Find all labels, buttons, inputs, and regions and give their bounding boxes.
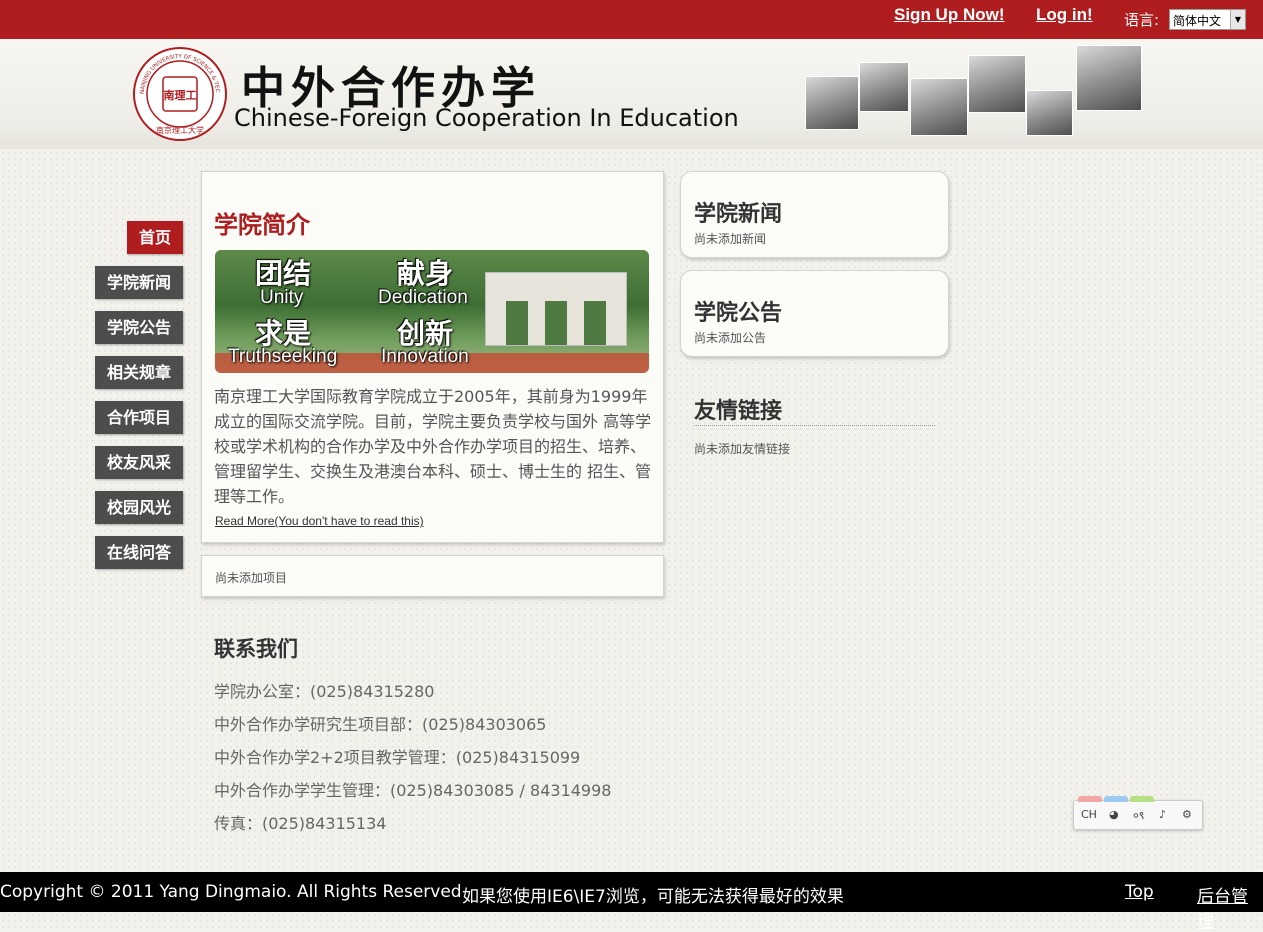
links-title: 友情链接 <box>694 399 783 424</box>
copyright-text: Copyright © 2011 Yang Dingmaio. All Righ… <box>0 882 462 902</box>
gear-icon[interactable]: ⚙ <box>1182 808 1192 821</box>
campus-photo <box>968 55 1026 113</box>
projects-empty-text: 尚未添加项目 <box>215 571 288 585</box>
campus-photo <box>859 62 909 112</box>
news-title[interactable]: 学院新闻 <box>694 196 782 228</box>
motto-unity-cn: 团结 <box>255 257 312 290</box>
motto-truth-en: Truthseeking <box>228 346 338 367</box>
nav-regulations[interactable]: 相关规章 <box>95 356 183 389</box>
nav-news[interactable]: 学院新闻 <box>95 266 183 299</box>
campus-photo <box>1026 90 1073 136</box>
nav-projects[interactable]: 合作项目 <box>95 401 183 434</box>
notices-empty-text: 尚未添加公告 <box>694 331 767 345</box>
contact-line: 传真：(025)84315134 <box>214 814 387 833</box>
contact-line: 中外合作办学2+2项目教学管理：(025)84315099 <box>214 748 581 767</box>
campus-photo <box>805 76 859 130</box>
logo-center-text: 南理工 <box>164 88 197 102</box>
university-logo: 南理工 NANJING UNIVERSITY OF SCIENCE & TECH… <box>132 46 227 141</box>
sign-up-link[interactable]: Sign Up Now! <box>894 5 1004 25</box>
log-in-link[interactable]: Log in! <box>1036 5 1093 25</box>
toolbar-ch-button[interactable]: CH <box>1081 808 1097 821</box>
links-divider <box>694 425 935 426</box>
nav-notices[interactable]: 学院公告 <box>95 311 183 344</box>
top-link[interactable]: Top <box>1125 882 1154 902</box>
contact-line: 中外合作办学研究生项目部：(025)84303065 <box>214 715 547 734</box>
contact-line: 中外合作办学学生管理：(025)84303085 / 84314998 <box>214 781 612 800</box>
motto-innovation-en: Innovation <box>381 346 469 367</box>
intro-text: 南京理工大学国际教育学院成立于2005年，其前身为1999年成立的国际交流学院。… <box>214 387 652 506</box>
gate-image <box>485 272 627 346</box>
notices-title[interactable]: 学院公告 <box>694 295 782 327</box>
language-label: 语言: <box>1124 11 1160 29</box>
motto-dedication-cn: 献身 <box>397 257 454 290</box>
moon-icon[interactable]: ◕ <box>1109 808 1119 821</box>
site-title-en: Chinese-Foreign Cooperation In Education <box>234 104 739 132</box>
read-more-link[interactable]: Read More(You don't have to read this) <box>215 514 424 528</box>
nav-qa[interactable]: 在线问答 <box>95 536 183 569</box>
admin-link[interactable]: 后台管理 <box>1197 882 1263 932</box>
campus-photo <box>910 78 968 136</box>
nav-home[interactable]: 首页 <box>127 221 183 254</box>
campus-photo <box>1076 45 1142 111</box>
nav-alumni[interactable]: 校友风采 <box>95 446 183 479</box>
links-empty-text: 尚未添加友情链接 <box>694 442 791 456</box>
toolbar-tab-green <box>1130 796 1154 802</box>
soft-keyboard-icon[interactable]: ♪ <box>1159 808 1166 821</box>
top-bar: Sign Up Now! Log in! 语言: 简体中文 ▼ <box>0 0 1263 39</box>
intro-title: 学院简介 <box>214 211 310 239</box>
motto-banner: 团结 Unity 献身 Dedication 求是 Truthseeking 创… <box>215 250 649 373</box>
contact-line: 学院办公室：(025)84315280 <box>214 682 435 701</box>
motto-dedication-en: Dedication <box>378 287 468 308</box>
logo-bottom-text: 南京理工大学 <box>156 125 204 135</box>
punctuation-icon[interactable]: ०९ <box>1133 808 1144 823</box>
nav-campus[interactable]: 校园风光 <box>95 491 183 524</box>
language-select[interactable]: 简体中文 ▼ <box>1169 9 1246 30</box>
news-empty-text: 尚未添加新闻 <box>694 232 767 246</box>
chevron-down-icon: ▼ <box>1230 10 1245 29</box>
toolbar-tab-red <box>1078 796 1102 802</box>
browser-notice: 如果您使用IE6\IE7浏览，可能无法获得最好的效果 <box>462 887 844 907</box>
contact-title: 联系我们 <box>214 637 298 661</box>
ime-toolbar[interactable]: CH ◕ ०९ ♪ ⚙ <box>1073 796 1203 830</box>
language-select-value: 简体中文 <box>1173 14 1222 28</box>
motto-unity-en: Unity <box>260 287 304 308</box>
toolbar-tab-blue <box>1104 796 1128 802</box>
site-footer: Copyright © 2011 Yang Dingmaio. All Righ… <box>0 872 1263 932</box>
